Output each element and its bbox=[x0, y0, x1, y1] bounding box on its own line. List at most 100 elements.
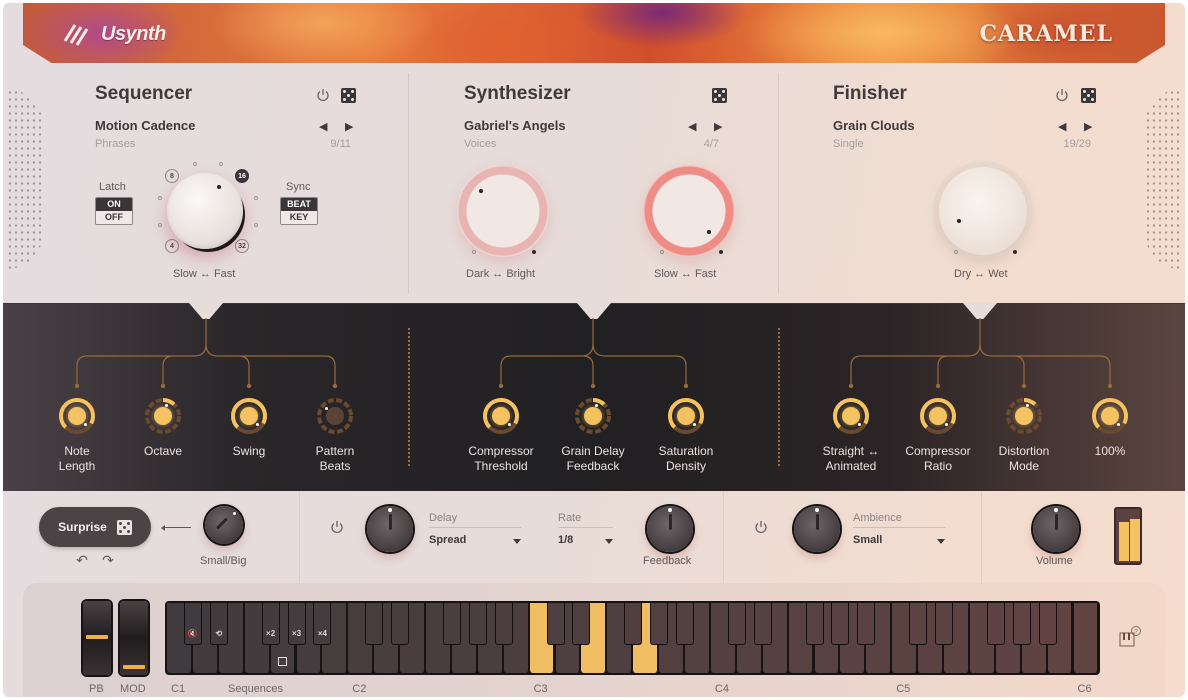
finisher-prev-preset-icon[interactable]: ◀ bbox=[1058, 120, 1066, 133]
strip-separator bbox=[981, 491, 982, 583]
black-key-F#3[interactable] bbox=[624, 603, 643, 645]
sequencer-next-preset-icon[interactable]: ▶ bbox=[345, 120, 353, 133]
black-key-G#3[interactable] bbox=[650, 603, 669, 645]
finisher-next-preset-icon[interactable]: ▶ bbox=[1084, 120, 1092, 133]
steps-4-option[interactable]: 4 bbox=[165, 239, 179, 253]
macro-label-line2: Feedback bbox=[566, 459, 620, 473]
black-key-G#5[interactable] bbox=[1012, 603, 1031, 645]
macro-knob-synthesizer-2[interactable] bbox=[573, 396, 613, 436]
steps-8-option[interactable]: 8 bbox=[165, 169, 179, 183]
keyboard-help-button[interactable]: ? bbox=[1118, 625, 1142, 649]
knob-indicator bbox=[1054, 508, 1058, 512]
redo-icon[interactable]: ↷ bbox=[101, 552, 115, 568]
black-key-A#5[interactable] bbox=[1038, 603, 1057, 645]
sequence-key-glyph: ⟲ bbox=[215, 629, 223, 638]
macro-knob-center bbox=[842, 407, 860, 425]
black-key-G#1[interactable]: ×3 bbox=[287, 603, 306, 645]
black-key-G#2[interactable] bbox=[468, 603, 487, 645]
black-key-A#4[interactable] bbox=[857, 603, 876, 645]
delay-mix-knob[interactable] bbox=[367, 506, 413, 552]
sequencer-prev-preset-icon[interactable]: ◀ bbox=[319, 120, 327, 133]
macro-label: Octave bbox=[113, 444, 213, 459]
dark-bright-knob[interactable] bbox=[457, 165, 549, 257]
piano-keyboard: 🔇 ⟲ ×2 ×3 ×4 bbox=[165, 601, 1100, 675]
macro-knob-synthesizer-3[interactable] bbox=[666, 396, 706, 436]
knob-needle bbox=[816, 514, 819, 530]
black-key-F#2[interactable] bbox=[442, 603, 461, 645]
finisher-power-button[interactable] bbox=[1054, 87, 1070, 103]
macro-knob-sequencer-3[interactable] bbox=[229, 396, 269, 436]
sequencer-randomize-dice-icon[interactable] bbox=[341, 88, 356, 103]
sync-label: Sync bbox=[286, 181, 311, 193]
black-key-C#1[interactable]: 🔇 bbox=[183, 603, 202, 645]
macro-knob-finisher-2[interactable] bbox=[918, 396, 958, 436]
synthesizer-randomize-dice-icon[interactable] bbox=[712, 88, 727, 103]
macro-knob-finisher-1[interactable] bbox=[831, 396, 871, 436]
synthesizer-preset-name[interactable]: Gabriel's Angels bbox=[464, 118, 566, 133]
sequencer-preset-name[interactable]: Motion Cadence bbox=[95, 118, 195, 133]
latch-on-option[interactable]: ON bbox=[96, 198, 132, 211]
ambience-power-button[interactable] bbox=[753, 519, 769, 535]
dry-wet-knob[interactable] bbox=[939, 167, 1027, 255]
black-key-D#3[interactable] bbox=[572, 603, 591, 645]
black-key-D#2[interactable] bbox=[391, 603, 410, 645]
pitch-bend-wheel[interactable] bbox=[83, 601, 111, 675]
latch-toggle[interactable]: ON OFF bbox=[95, 197, 133, 225]
macro-label: Compressor Threshold bbox=[451, 444, 551, 474]
delay-dropdown[interactable]: Delay Spread bbox=[429, 512, 521, 546]
knob-indicator bbox=[858, 423, 861, 426]
black-key-D#5[interactable] bbox=[935, 603, 953, 645]
synthesizer-prev-preset-icon[interactable]: ◀ bbox=[688, 120, 696, 133]
macro-label-line2: Density bbox=[665, 459, 706, 473]
sync-beat-option[interactable]: BEAT bbox=[281, 198, 317, 211]
sequencer-power-button[interactable] bbox=[315, 87, 331, 103]
ambience-mix-knob[interactable] bbox=[794, 506, 840, 552]
black-key-G#4[interactable] bbox=[831, 603, 850, 645]
black-key-A#2[interactable] bbox=[494, 603, 513, 645]
mod-wheel[interactable] bbox=[120, 601, 148, 675]
macro-knob-finisher-4[interactable] bbox=[1090, 396, 1130, 436]
knob-indicator bbox=[325, 407, 328, 410]
small-big-knob[interactable] bbox=[205, 506, 243, 544]
macro-knob-synthesizer-1[interactable] bbox=[481, 396, 521, 436]
undo-icon[interactable]: ↶ bbox=[75, 552, 89, 568]
black-key-C#4[interactable] bbox=[727, 603, 746, 645]
macro-knob-sequencer-2[interactable] bbox=[143, 396, 183, 436]
macro-label-line1: Straight ↔ bbox=[822, 444, 880, 458]
black-key-A#1[interactable]: ×4 bbox=[313, 603, 332, 645]
macro-label-line1: Distortion bbox=[998, 444, 1050, 458]
steps-32-option[interactable]: 32 bbox=[235, 239, 249, 253]
surprise-button[interactable]: Surprise bbox=[39, 507, 151, 547]
synthesizer-next-preset-icon[interactable]: ▶ bbox=[714, 120, 722, 133]
finisher-preset-name[interactable]: Grain Clouds bbox=[833, 118, 915, 133]
black-key-C#2[interactable] bbox=[365, 603, 384, 645]
black-key-C#5[interactable] bbox=[909, 603, 928, 645]
black-key-A#3[interactable] bbox=[676, 603, 694, 645]
volume-knob[interactable] bbox=[1033, 506, 1079, 552]
black-key-F#5[interactable] bbox=[986, 603, 1005, 645]
rate-dropdown[interactable]: Rate 1/8 bbox=[558, 512, 613, 546]
steps-16-option[interactable]: 16 bbox=[235, 169, 249, 183]
black-key-F#4[interactable] bbox=[805, 603, 824, 645]
knob-indicator bbox=[595, 404, 598, 407]
black-key-F#1[interactable]: ×2 bbox=[261, 603, 280, 645]
feedback-knob[interactable] bbox=[647, 506, 693, 552]
macro-knob-sequencer-1[interactable] bbox=[57, 396, 97, 436]
sync-toggle[interactable]: BEAT KEY bbox=[280, 197, 318, 225]
black-key-D#4[interactable] bbox=[753, 603, 772, 645]
finisher-randomize-dice-icon[interactable] bbox=[1081, 88, 1096, 103]
black-key-C#3[interactable] bbox=[546, 603, 565, 645]
macro-knob-sequencer-4[interactable] bbox=[315, 396, 355, 436]
latch-off-option[interactable]: OFF bbox=[96, 211, 132, 224]
macro-label-line1: Compressor bbox=[905, 444, 971, 458]
sequencer-speed-knob[interactable] bbox=[167, 173, 243, 249]
white-key-C6[interactable] bbox=[1073, 603, 1099, 673]
sync-key-option[interactable]: KEY bbox=[281, 211, 317, 224]
macro-label: Straight ↔ Animated bbox=[801, 444, 901, 474]
macro-knob-finisher-3[interactable] bbox=[1004, 396, 1044, 436]
black-key-D#1[interactable]: ⟲ bbox=[209, 603, 228, 645]
delay-power-button[interactable] bbox=[329, 519, 345, 535]
macro-label-line2: Beats bbox=[319, 459, 351, 473]
ambience-dropdown[interactable]: Ambience Small bbox=[853, 512, 945, 546]
synth-speed-knob[interactable] bbox=[643, 165, 735, 257]
